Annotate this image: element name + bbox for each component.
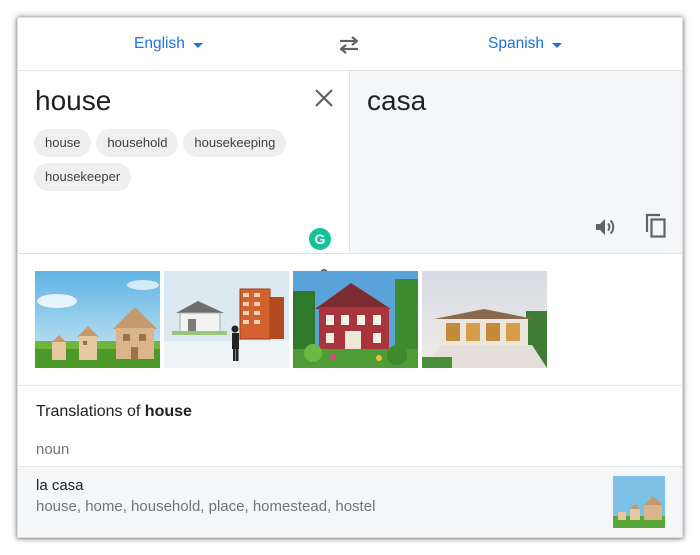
close-icon xyxy=(315,89,333,107)
target-language-select[interactable]: Spanish xyxy=(488,35,563,53)
copy-icon xyxy=(645,213,666,238)
image-thumbnail-modern-house[interactable] xyxy=(422,271,547,368)
clear-button[interactable] xyxy=(311,85,337,111)
source-text-input[interactable]: house xyxy=(35,85,111,117)
target-pane: casa xyxy=(350,71,682,254)
suggestion-chip[interactable]: housekeeper xyxy=(34,163,132,191)
language-bar: English Spanish xyxy=(18,18,682,71)
part-of-speech-label: noun xyxy=(36,441,70,458)
image-thumbnail-toy-houses[interactable] xyxy=(35,271,160,368)
source-language-label: English xyxy=(134,35,185,52)
translations-heading-word: house xyxy=(144,403,192,420)
target-listen-button[interactable] xyxy=(593,215,617,239)
suggestion-chip[interactable]: housekeeping xyxy=(183,129,287,157)
image-thumbnail-red-house[interactable] xyxy=(293,271,418,368)
chevron-down-icon xyxy=(552,43,563,48)
chevron-down-icon xyxy=(192,43,203,48)
copy-button[interactable] xyxy=(643,212,669,240)
translation-entry-image xyxy=(613,476,665,528)
translation-entry-word: la casa xyxy=(36,477,84,494)
image-results xyxy=(18,254,682,386)
grammarly-icon[interactable]: G xyxy=(309,228,331,250)
swap-arrows-icon xyxy=(339,36,359,54)
suggestion-chip[interactable]: household xyxy=(96,129,179,157)
translations-heading-prefix: Translations of xyxy=(36,403,145,420)
translate-card: English Spanish house house household ho… xyxy=(17,17,683,538)
swap-languages-button[interactable] xyxy=(336,33,362,57)
source-pane: house house household housekeeping house… xyxy=(18,71,350,291)
suggestion-chips: house household housekeeping housekeeper xyxy=(34,129,294,191)
translation-entry[interactable]: la casa house, home, household, place, h… xyxy=(18,466,682,537)
suggestion-chip[interactable]: house xyxy=(34,129,92,157)
source-language-select[interactable]: English xyxy=(134,35,203,53)
image-thumbnail-architecture-models[interactable] xyxy=(164,271,289,368)
translation-output: casa xyxy=(367,85,427,116)
speaker-icon xyxy=(596,219,615,235)
translation-entry-synonyms: house, home, household, place, homestead… xyxy=(36,498,376,515)
translations-heading: Translations of house xyxy=(36,403,192,421)
target-language-label: Spanish xyxy=(488,35,545,52)
